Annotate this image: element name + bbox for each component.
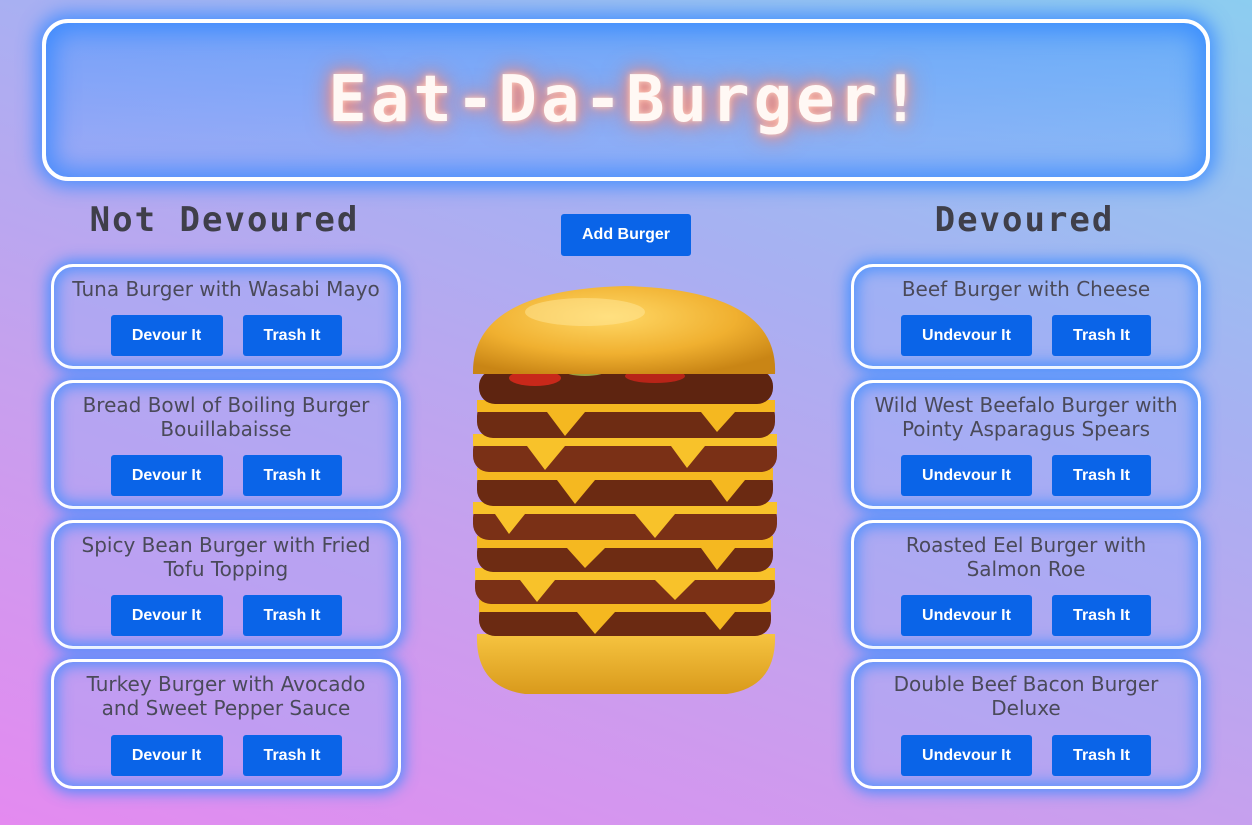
devour-button[interactable]: Devour It	[110, 315, 223, 356]
burger-card: Bread Bowl of Boiling Burger Bouillabais…	[51, 380, 401, 509]
devoured-heading: Devoured	[934, 200, 1115, 240]
undevour-button[interactable]: Undevour It	[901, 735, 1032, 776]
burger-card: Wild West Beefalo Burger with Pointy Asp…	[851, 380, 1201, 509]
devour-button[interactable]: Devour It	[110, 455, 223, 496]
undevour-button[interactable]: Undevour It	[901, 595, 1032, 636]
page-title: Eat-Da-Burger!	[328, 63, 924, 137]
not-devoured-heading: Not Devoured	[89, 200, 360, 240]
burger-card: Beef Burger with Cheese Undevour It Tras…	[851, 264, 1201, 369]
trash-button[interactable]: Trash It	[1052, 315, 1151, 356]
stacked-burger-image	[472, 286, 777, 694]
burger-name: Beef Burger with Cheese	[901, 277, 1151, 301]
burger-name: Double Beef Bacon Burger Deluxe	[893, 672, 1159, 720]
burger-name: Turkey Burger with Avocado and Sweet Pep…	[86, 672, 366, 720]
devour-button[interactable]: Devour It	[110, 735, 223, 776]
undevour-button[interactable]: Undevour It	[901, 455, 1032, 496]
burger-card: Roasted Eel Burger with Salmon Roe Undev…	[851, 520, 1201, 649]
trash-button[interactable]: Trash It	[242, 455, 342, 496]
devour-button[interactable]: Devour It	[110, 595, 223, 636]
burger-name: Spicy Bean Burger with Fried Tofu Toppin…	[81, 533, 371, 581]
add-burger-button[interactable]: Add Burger	[561, 214, 691, 256]
title-banner: Eat-Da-Burger!	[42, 19, 1210, 181]
trash-button[interactable]: Trash It	[242, 595, 342, 636]
burger-name: Roasted Eel Burger with Salmon Roe	[905, 533, 1147, 581]
burger-card: Tuna Burger with Wasabi Mayo Devour It T…	[51, 264, 401, 369]
trash-button[interactable]: Trash It	[1052, 455, 1151, 496]
burger-name: Wild West Beefalo Burger with Pointy Asp…	[874, 393, 1178, 441]
undevour-button[interactable]: Undevour It	[901, 315, 1032, 356]
burger-name: Tuna Burger with Wasabi Mayo	[72, 277, 380, 301]
trash-button[interactable]: Trash It	[242, 315, 342, 356]
trash-button[interactable]: Trash It	[242, 735, 342, 776]
trash-button[interactable]: Trash It	[1052, 735, 1151, 776]
burger-name: Bread Bowl of Boiling Burger Bouillabais…	[82, 393, 370, 441]
burger-card: Spicy Bean Burger with Fried Tofu Toppin…	[51, 520, 401, 649]
burger-card: Double Beef Bacon Burger Deluxe Undevour…	[851, 659, 1201, 789]
burger-card: Turkey Burger with Avocado and Sweet Pep…	[51, 659, 401, 789]
trash-button[interactable]: Trash It	[1052, 595, 1151, 636]
